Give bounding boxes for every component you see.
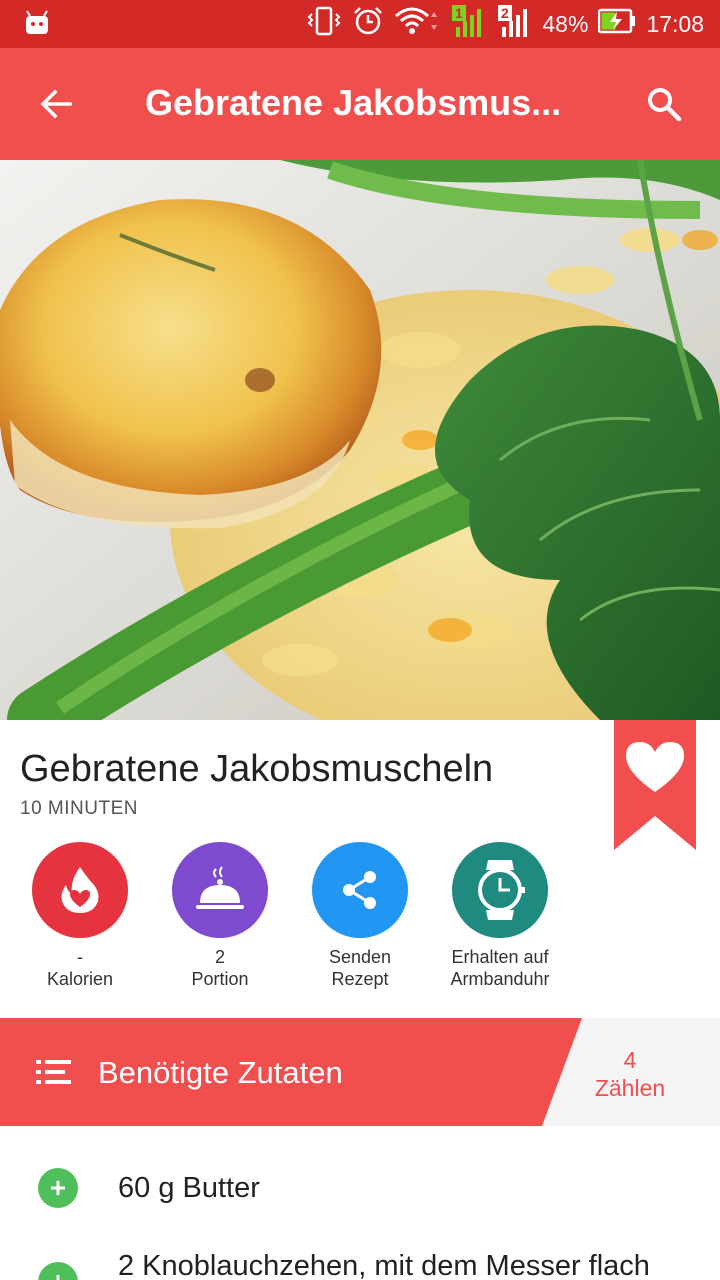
- calories-action[interactable]: - Kalorien: [10, 842, 150, 990]
- ingredients-count: 4 Zählen: [580, 1046, 680, 1102]
- add-ingredient-button[interactable]: [38, 1168, 78, 1208]
- share-circle: [312, 842, 408, 938]
- wifi-icon: [394, 6, 440, 42]
- ingredient-text: 2 Knoblauchzehen, mit dem Messer flach: [118, 1250, 650, 1280]
- search-icon: [648, 88, 682, 122]
- app-bar-title: Gebratene Jakobsmus...: [145, 82, 562, 123]
- watch-label-line2: Armbanduhr: [450, 969, 550, 989]
- share-label-line1: Senden: [328, 947, 392, 967]
- heart-bookmark-icon: [614, 720, 696, 850]
- vibrate-icon: [306, 6, 342, 42]
- arrow-left-icon: [40, 89, 72, 119]
- battery-percent: 48%: [542, 10, 589, 37]
- recipe-actions: - Kalorien 2 Portion Senden Rezept Erhal…: [20, 842, 580, 1002]
- portion-action[interactable]: 2 Portion: [150, 842, 290, 990]
- plus-icon: [56, 1275, 60, 1280]
- ingredients-title: Benötigte Zutaten: [98, 1055, 343, 1090]
- ingredients-count-label: Zählen: [594, 1075, 666, 1101]
- app-bar: Gebratene Jakobsmus...: [0, 48, 720, 160]
- recipe-duration: 10 MINUTEN: [20, 798, 138, 819]
- flame-heart-icon: [61, 867, 99, 913]
- recipe-info-card: Gebratene Jakobsmuscheln 10 MINUTEN - Ka…: [0, 720, 720, 1018]
- cloche-icon: [196, 866, 244, 909]
- ingredients-count-value: 4: [623, 1047, 637, 1073]
- svg-text:1: 1: [455, 5, 463, 21]
- calories-value: -: [77, 947, 83, 967]
- clock-time: 17:08: [646, 10, 704, 37]
- watch-icon: [478, 860, 525, 920]
- send-to-watch-action[interactable]: Erhalten auf Armbanduhr: [430, 842, 570, 990]
- portion-label: Portion: [191, 969, 249, 989]
- favorite-bookmark-button[interactable]: [614, 720, 696, 850]
- status-bar: 1 2 48% 17:08: [0, 0, 720, 48]
- ingredients-header: Benötigte Zutaten 4 Zählen: [0, 1018, 720, 1126]
- recipe-photo: [0, 160, 720, 720]
- portion-value: 2: [214, 947, 225, 967]
- calories-circle: [32, 842, 128, 938]
- add-ingredient-button[interactable]: [38, 1262, 78, 1280]
- recipe-title: Gebratene Jakobsmuscheln: [20, 748, 494, 790]
- list-icon: [36, 1060, 71, 1084]
- signal-sim1-icon: 1: [450, 3, 486, 45]
- share-label-line2: Rezept: [331, 969, 389, 989]
- battery-charging-icon: [598, 8, 636, 40]
- ingredient-text: 60 g Butter: [118, 1172, 260, 1204]
- ingredients-list: 60 g Butter 2 Knoblauchzehen, mit dem Me…: [0, 1126, 720, 1280]
- signal-sim2-icon: 2: [496, 3, 532, 45]
- share-recipe-action[interactable]: Senden Rezept: [290, 842, 430, 990]
- share-icon: [343, 871, 376, 909]
- back-button[interactable]: [28, 76, 84, 132]
- watch-circle: [452, 842, 548, 938]
- list-item: 2 Knoblauchzehen, mit dem Messer flach: [0, 1228, 720, 1280]
- search-button[interactable]: [636, 76, 692, 132]
- alarm-icon: [352, 5, 384, 43]
- watch-label-line1: Erhalten auf: [451, 947, 549, 967]
- plus-icon: [51, 1181, 65, 1195]
- portion-circle: [172, 842, 268, 938]
- list-item: 60 g Butter: [0, 1148, 720, 1228]
- android-notification-icon: [24, 10, 50, 41]
- svg-text:2: 2: [501, 5, 509, 21]
- calories-label: Kalorien: [46, 969, 114, 989]
